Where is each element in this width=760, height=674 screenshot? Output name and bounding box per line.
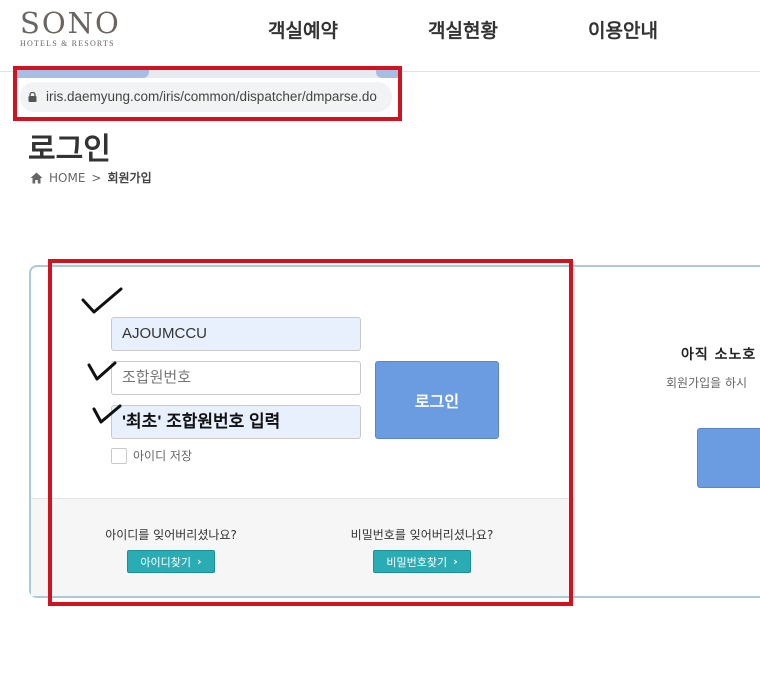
home-icon	[30, 172, 43, 183]
check-mark-icon	[81, 287, 123, 314]
breadcrumb: HOME > 회원가입	[30, 169, 152, 186]
annotation-highlight-box	[48, 259, 573, 606]
nav-usage-guide[interactable]: 이용안내	[588, 16, 658, 43]
url-field[interactable]: iris.daemyung.com/iris/common/dispatcher…	[20, 82, 392, 112]
logo-sub-text: HOTELS & RESORTS	[20, 39, 115, 48]
signup-title: 아직 소노호	[681, 347, 757, 363]
browser-address-bar: iris.daemyung.com/iris/common/dispatcher…	[13, 66, 402, 121]
page-title: 로그인	[28, 132, 111, 167]
lock-icon	[28, 92, 37, 102]
page-root: SONO HOTELS & RESORTS 객실예약 객실현황 이용안내 iri…	[0, 0, 760, 674]
browser-tab-strip	[17, 70, 398, 78]
nav-room-reservation[interactable]: 객실예약	[268, 16, 338, 43]
signup-button[interactable]	[697, 428, 760, 488]
breadcrumb-home[interactable]: HOME	[49, 171, 85, 185]
url-text: iris.daemyung.com/iris/common/dispatcher…	[46, 89, 377, 104]
logo-main-text: SONO	[20, 6, 121, 40]
nav-room-status[interactable]: 객실현황	[428, 16, 498, 43]
check-mark-icon	[92, 404, 122, 424]
signup-description: 회원가입을 하시	[666, 376, 748, 390]
breadcrumb-separator: >	[91, 170, 102, 185]
logo[interactable]: SONO HOTELS & RESORTS	[20, 7, 121, 48]
check-mark-icon	[87, 361, 117, 381]
site-header: SONO HOTELS & RESORTS 객실예약 객실현황 이용안내	[0, 0, 760, 72]
panel-divider	[574, 268, 575, 596]
breadcrumb-current: 회원가입	[107, 171, 152, 185]
